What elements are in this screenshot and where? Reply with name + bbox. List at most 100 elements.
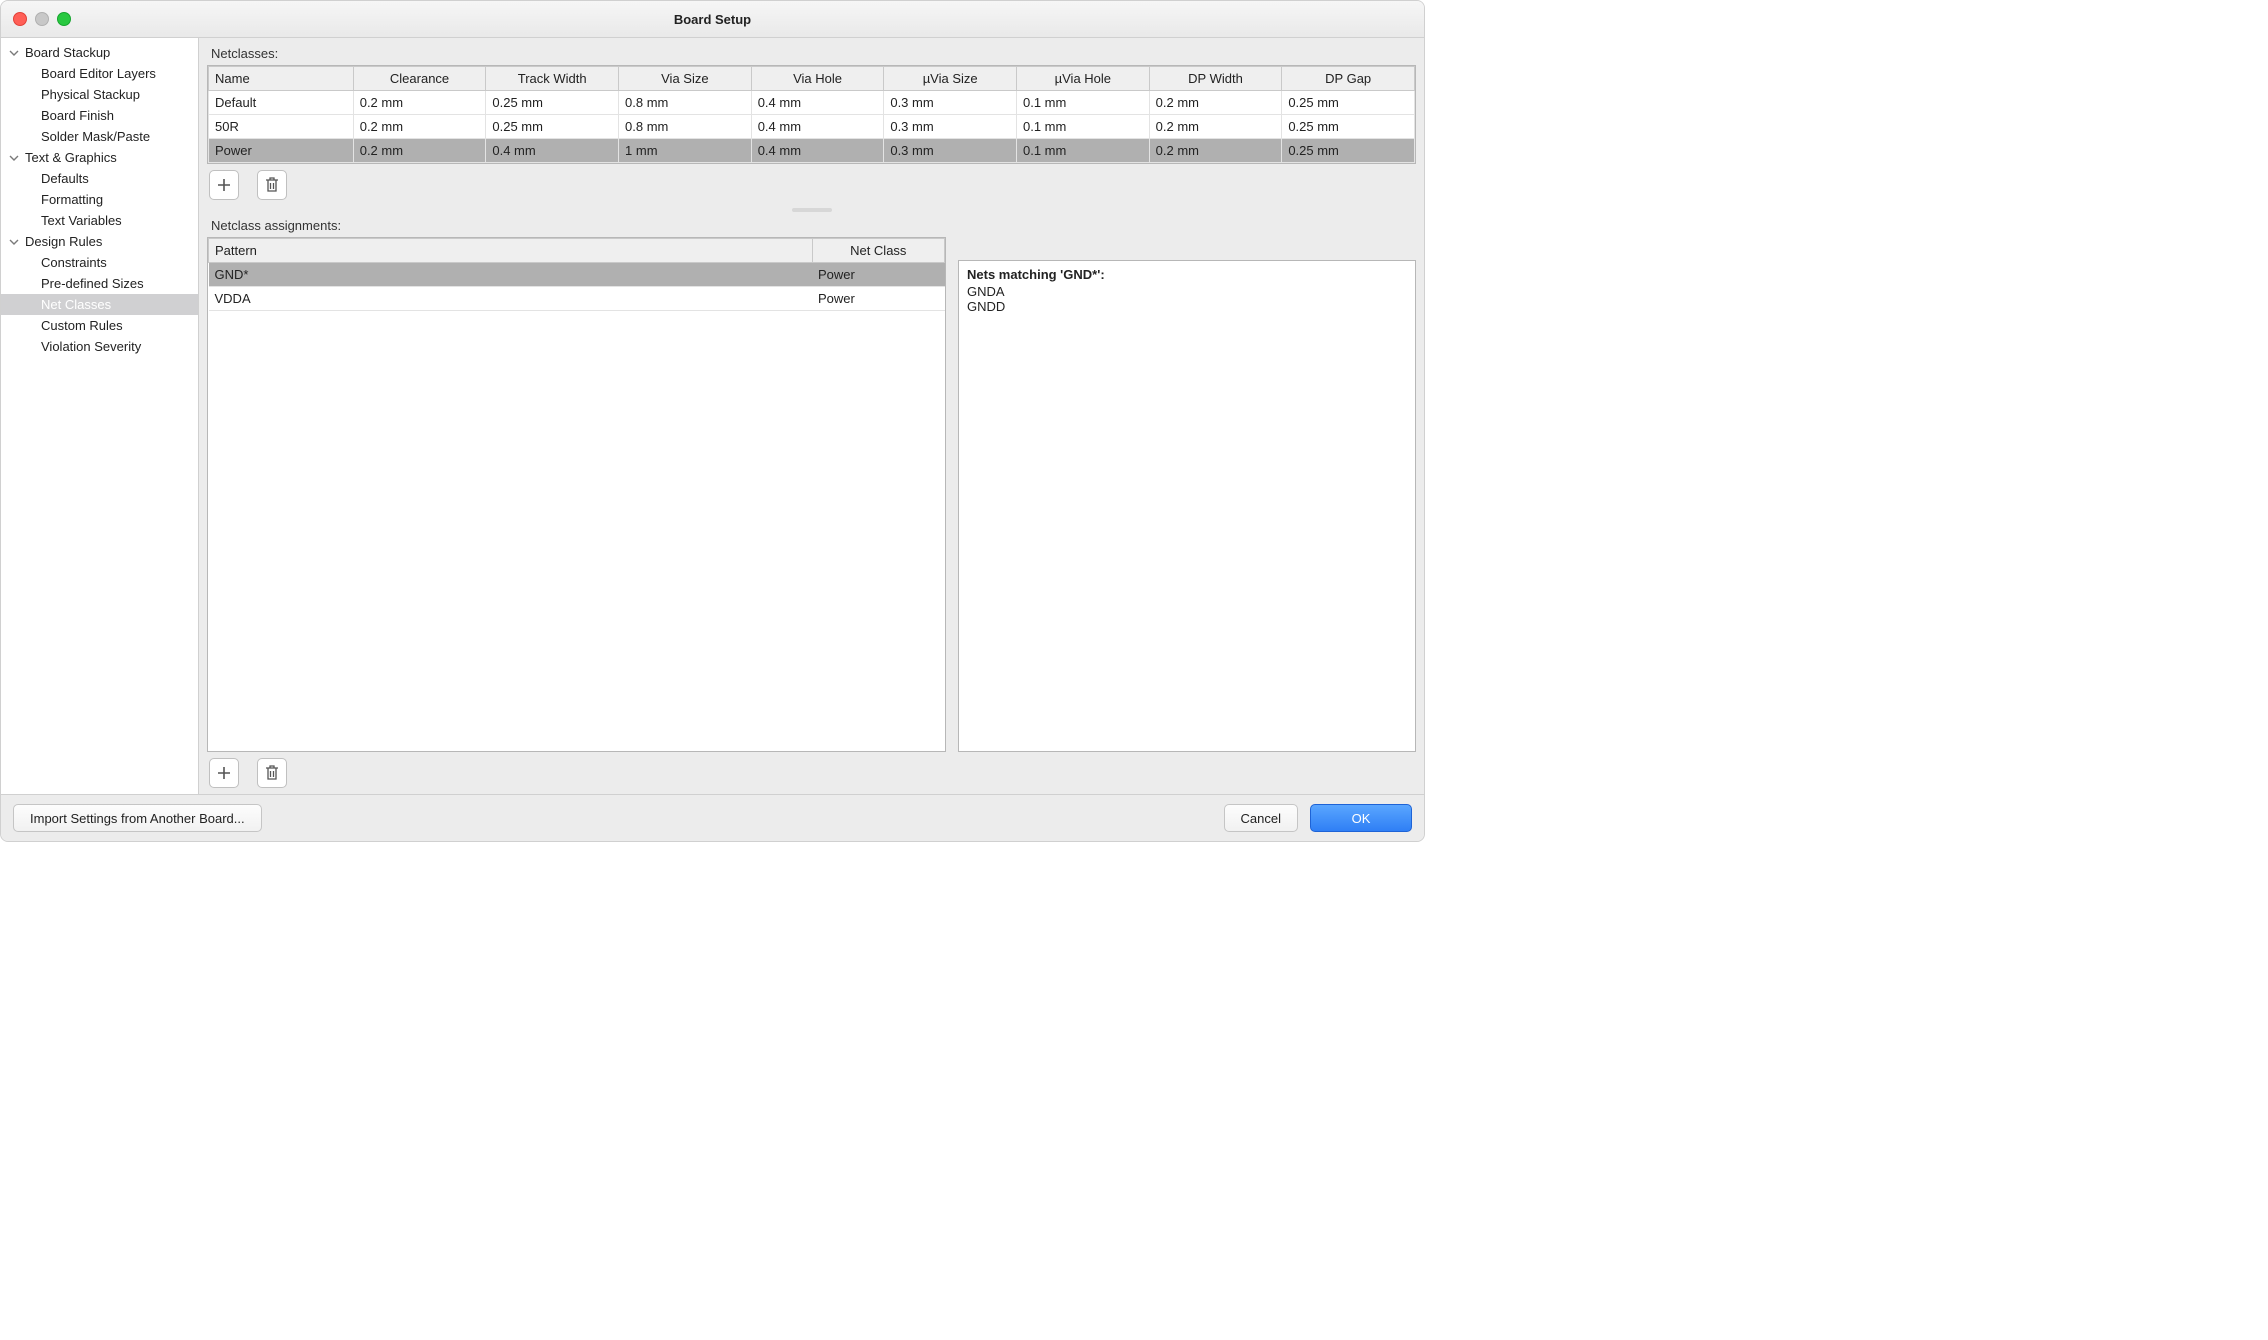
assignment-button-row (199, 752, 1424, 794)
grid-header-row: Pattern Net Class (209, 239, 945, 263)
col-pattern[interactable]: Pattern (209, 239, 813, 263)
sidebar-group-design-rules: Design Rules Constraints Pre-defined Siz… (1, 231, 198, 357)
table-cell[interactable]: 0.8 mm (619, 115, 752, 139)
table-cell[interactable]: 0.2 mm (353, 91, 486, 115)
add-netclass-button[interactable] (209, 170, 239, 200)
splitter-handle-icon (792, 208, 832, 212)
table-cell[interactable]: 0.1 mm (1017, 91, 1150, 115)
col-net-class[interactable]: Net Class (812, 239, 944, 263)
table-cell[interactable]: 0.25 mm (486, 91, 619, 115)
grid-header-row: Name Clearance Track Width Via Size Via … (209, 67, 1415, 91)
table-cell[interactable]: 0.2 mm (1149, 115, 1282, 139)
table-row[interactable]: 50R0.2 mm0.25 mm0.8 mm0.4 mm0.3 mm0.1 mm… (209, 115, 1415, 139)
sidebar-item-violation-severity[interactable]: Violation Severity (1, 336, 198, 357)
table-cell[interactable]: 0.2 mm (353, 115, 486, 139)
add-assignment-button[interactable] (209, 758, 239, 788)
sidebar-group-header[interactable]: Text & Graphics (1, 147, 198, 168)
assignments-area: Pattern Net Class GND*PowerVDDAPower Net… (199, 237, 1424, 752)
table-cell[interactable]: 0.25 mm (1282, 91, 1415, 115)
pattern-cell[interactable]: VDDA (209, 287, 813, 311)
table-cell[interactable]: 0.2 mm (1149, 91, 1282, 115)
col-dp-gap[interactable]: DP Gap (1282, 67, 1415, 91)
chevron-down-icon (9, 153, 21, 163)
delete-netclass-button[interactable] (257, 170, 287, 200)
import-settings-button[interactable]: Import Settings from Another Board... (13, 804, 262, 832)
sidebar-group-header[interactable]: Board Stackup (1, 42, 198, 63)
table-cell[interactable]: 0.8 mm (619, 91, 752, 115)
sidebar-item-text-variables[interactable]: Text Variables (1, 210, 198, 231)
col-clearance[interactable]: Clearance (353, 67, 486, 91)
sidebar-item-solder-mask-paste[interactable]: Solder Mask/Paste (1, 126, 198, 147)
col-track-width[interactable]: Track Width (486, 67, 619, 91)
table-cell[interactable]: 0.4 mm (751, 139, 884, 163)
table-cell[interactable]: 0.25 mm (1282, 115, 1415, 139)
chevron-down-icon (9, 48, 21, 58)
sidebar-item-net-classes[interactable]: Net Classes (1, 294, 198, 315)
sidebar-item-defaults[interactable]: Defaults (1, 168, 198, 189)
table-cell[interactable]: 0.1 mm (1017, 139, 1150, 163)
table-row[interactable]: GND*Power (209, 263, 945, 287)
ok-button[interactable]: OK (1310, 804, 1412, 832)
sidebar-group-header[interactable]: Design Rules (1, 231, 198, 252)
sidebar-item-predefined-sizes[interactable]: Pre-defined Sizes (1, 273, 198, 294)
window-title: Board Setup (1, 12, 1424, 27)
col-uvia-hole[interactable]: µVia Hole (1017, 67, 1150, 91)
delete-assignment-button[interactable] (257, 758, 287, 788)
sidebar-group-label: Text & Graphics (25, 150, 117, 165)
table-cell[interactable]: Power (209, 139, 354, 163)
netclasses-grid[interactable]: Name Clearance Track Width Via Size Via … (207, 65, 1416, 164)
sidebar-item-board-editor-layers[interactable]: Board Editor Layers (1, 63, 198, 84)
table-cell[interactable]: 0.3 mm (884, 139, 1017, 163)
table-cell[interactable]: 0.4 mm (751, 91, 884, 115)
pattern-cell[interactable]: GND* (209, 263, 813, 287)
cancel-button[interactable]: Cancel (1224, 804, 1298, 832)
list-item[interactable]: GNDD (967, 299, 1407, 314)
trash-icon (265, 765, 279, 781)
matching-nets-list: GNDAGNDD (967, 284, 1407, 314)
sidebar-item-constraints[interactable]: Constraints (1, 252, 198, 273)
table-row[interactable]: VDDAPower (209, 287, 945, 311)
titlebar: Board Setup (1, 1, 1424, 38)
content-area: Netclasses: Name Clearance Track Width V… (199, 38, 1424, 794)
sidebar-item-formatting[interactable]: Formatting (1, 189, 198, 210)
table-cell[interactable]: 0.1 mm (1017, 115, 1150, 139)
col-via-size[interactable]: Via Size (619, 67, 752, 91)
table-cell[interactable]: 1 mm (619, 139, 752, 163)
footer: Import Settings from Another Board... Ca… (1, 794, 1424, 841)
table-cell[interactable]: Default (209, 91, 354, 115)
plus-icon (216, 765, 232, 781)
trash-icon (265, 177, 279, 193)
table-cell[interactable]: 0.4 mm (751, 115, 884, 139)
table-cell[interactable]: 0.25 mm (1282, 139, 1415, 163)
sidebar-item-physical-stackup[interactable]: Physical Stackup (1, 84, 198, 105)
table-cell[interactable]: 0.25 mm (486, 115, 619, 139)
table-row[interactable]: Default0.2 mm0.25 mm0.8 mm0.4 mm0.3 mm0.… (209, 91, 1415, 115)
netclass-button-row (199, 164, 1424, 206)
board-setup-window: Board Setup Board Stackup Board Editor L… (0, 0, 1425, 842)
col-name[interactable]: Name (209, 67, 354, 91)
splitter[interactable] (207, 206, 1416, 214)
list-item[interactable]: GNDA (967, 284, 1407, 299)
table-cell[interactable]: 0.2 mm (1149, 139, 1282, 163)
table-cell[interactable]: 0.3 mm (884, 91, 1017, 115)
sidebar-group-board-stackup: Board Stackup Board Editor Layers Physic… (1, 42, 198, 147)
col-dp-width[interactable]: DP Width (1149, 67, 1282, 91)
col-uvia-size[interactable]: µVia Size (884, 67, 1017, 91)
table-cell[interactable]: 0.2 mm (353, 139, 486, 163)
assignments-left: Pattern Net Class GND*PowerVDDAPower (207, 237, 946, 752)
netclass-cell[interactable]: Power (812, 287, 944, 311)
col-via-hole[interactable]: Via Hole (751, 67, 884, 91)
sidebar-item-board-finish[interactable]: Board Finish (1, 105, 198, 126)
netclass-cell[interactable]: Power (812, 263, 944, 287)
table-cell[interactable]: 50R (209, 115, 354, 139)
assignments-grid[interactable]: Pattern Net Class GND*PowerVDDAPower (207, 237, 946, 752)
table-row[interactable]: Power0.2 mm0.4 mm1 mm0.4 mm0.3 mm0.1 mm0… (209, 139, 1415, 163)
sidebar-group-text-graphics: Text & Graphics Defaults Formatting Text… (1, 147, 198, 231)
sidebar: Board Stackup Board Editor Layers Physic… (1, 38, 199, 794)
table-cell[interactable]: 0.4 mm (486, 139, 619, 163)
matching-nets-panel: Nets matching 'GND*': GNDAGNDD (958, 260, 1416, 752)
netclasses-label: Netclasses: (199, 38, 1424, 65)
sidebar-item-custom-rules[interactable]: Custom Rules (1, 315, 198, 336)
table-cell[interactable]: 0.3 mm (884, 115, 1017, 139)
chevron-down-icon (9, 237, 21, 247)
